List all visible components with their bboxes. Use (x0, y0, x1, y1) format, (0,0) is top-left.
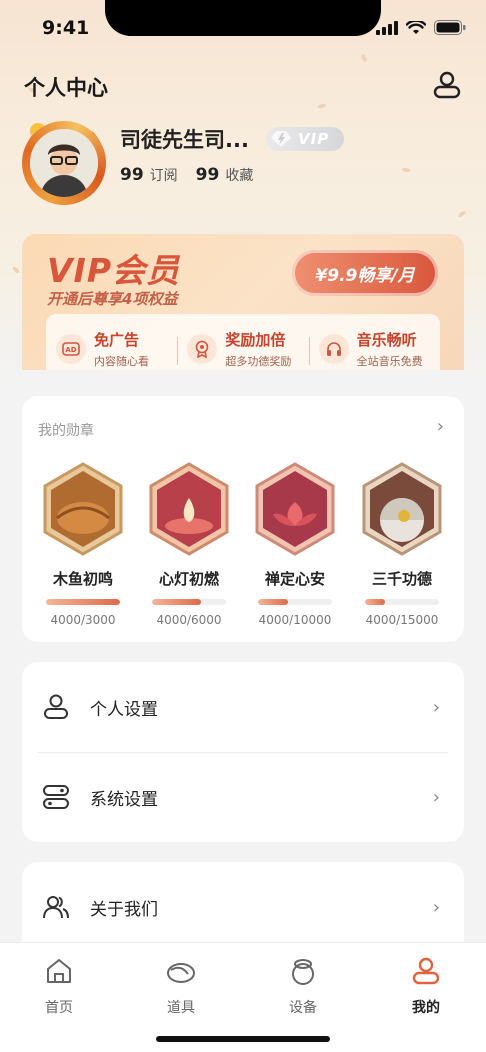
woodfish-icon (167, 963, 195, 983)
medal-progress-text: 4000/10000 (258, 613, 332, 627)
perk-desc: 超多功德奖励 (225, 355, 292, 368)
medals-card: 我的勋章 › 木鱼初鸣 4000/3000 心灯初燃 4000/6000 禅定心… (22, 396, 464, 642)
status-icons (376, 20, 466, 35)
medal-progress-fill (258, 599, 288, 605)
perk-title: 音乐畅听 (356, 331, 417, 349)
status-time: 9:41 (42, 17, 90, 39)
avatar[interactable] (18, 117, 110, 209)
perk-no-ads[interactable]: AD 免广告 内容随心看 (46, 329, 177, 369)
perk-music[interactable]: 音乐畅听 全站音乐免费 (308, 329, 440, 369)
vip-card[interactable]: VIP会员 开通后尊享4项权益 ¥9.9畅享/月 AD 免广告 内容随心看 奖励… (22, 234, 464, 384)
medal-name: 禅定心安 (264, 570, 325, 588)
account-switch-icon[interactable] (432, 70, 462, 100)
chevron-right-icon: › (432, 696, 440, 718)
medal-progress-text: 4000/15000 (365, 613, 439, 627)
woodfish-medal-icon (43, 462, 123, 556)
vip-badge[interactable]: VIP (266, 127, 344, 151)
vip-subtitle: 开通后尊享4项权益 (47, 290, 178, 308)
medal-progress-bar (46, 599, 120, 605)
medals-header: 我的勋章 (38, 423, 94, 439)
svg-text:AD: AD (65, 346, 76, 354)
settings-row-personal[interactable]: 个人设置 › (22, 662, 464, 752)
settings-row-label: 系统设置 (90, 789, 158, 810)
chevron-right-icon: › (432, 786, 440, 808)
person-icon (44, 694, 68, 719)
medal-item[interactable]: 木鱼初鸣 4000/3000 (30, 462, 136, 627)
medal-item[interactable]: 三千功德 4000/15000 (349, 462, 455, 627)
medal-name: 三千功德 (371, 570, 432, 588)
profile-icon (412, 957, 440, 985)
lotus-medal-icon (255, 462, 335, 556)
vip-title: VIP会员 (47, 251, 181, 290)
wifi-icon (406, 20, 426, 34)
medal-progress-text: 4000/6000 (156, 613, 222, 627)
user-name: 司徒先生司... (120, 128, 249, 152)
subscribe-label[interactable]: 订阅 (150, 165, 178, 185)
tab-label: 我的 (412, 1000, 440, 1016)
medal-progress-fill (46, 599, 120, 605)
status-bar: 9:41 (0, 0, 486, 56)
settings-row-system[interactable]: 系统设置 › (22, 752, 464, 842)
medal-progress-fill (152, 599, 202, 605)
tab-mine[interactable]: 我的 (381, 955, 471, 1017)
settings-card: 个人设置 › 系统设置 › (22, 662, 464, 842)
vip-price-button[interactable]: ¥9.9畅享/月 (292, 250, 438, 296)
coin-medal-icon (362, 462, 442, 556)
battery-icon (434, 20, 466, 35)
medal-item[interactable]: 心灯初燃 4000/6000 (136, 462, 242, 627)
page-title: 个人中心 (24, 76, 108, 100)
chevron-right-icon: › (432, 896, 440, 918)
profile-stats: 99 订阅 99 收藏 (120, 165, 265, 185)
vip-badge-label: VIP (298, 130, 330, 148)
lamp-medal-icon (149, 462, 229, 556)
tab-label: 首页 (45, 1000, 73, 1016)
perk-double-reward[interactable]: 奖励加倍 超多功德奖励 (177, 329, 308, 369)
perk-desc: 内容随心看 (94, 355, 149, 368)
medals-chevron-icon[interactable]: › (437, 416, 444, 437)
perk-desc: 全站音乐免费 (356, 355, 423, 368)
tab-home[interactable]: 首页 (14, 955, 104, 1017)
ad-icon: AD (56, 334, 86, 364)
medal-progress-fill (365, 599, 385, 605)
favorite-label[interactable]: 收藏 (225, 165, 253, 185)
medal-progress-bar (365, 599, 439, 605)
medal-name: 木鱼初鸣 (52, 570, 113, 588)
perk-title: 奖励加倍 (225, 331, 286, 349)
about-row[interactable]: 关于我们 › (22, 862, 464, 952)
subscribe-count: 99 (120, 165, 144, 185)
settings-row-label: 个人设置 (90, 699, 158, 720)
headphones-icon (318, 334, 349, 364)
home-indicator (156, 1036, 330, 1042)
medal-progress-bar (152, 599, 226, 605)
toggle-icon (43, 785, 69, 809)
tab-label: 道具 (167, 1000, 195, 1016)
ring-icon (292, 959, 314, 985)
avatar-image (30, 129, 98, 197)
perk-title: 免广告 (94, 331, 140, 349)
medal-progress-bar (258, 599, 332, 605)
medal-progress-text: 4000/3000 (50, 613, 116, 627)
medal-name: 心灯初燃 (158, 570, 219, 588)
tab-props[interactable]: 道具 (136, 955, 226, 1017)
award-icon (187, 334, 218, 364)
home-icon (47, 959, 71, 983)
tab-label: 设备 (289, 1000, 317, 1016)
signal-icon (376, 20, 398, 35)
notch (105, 0, 381, 36)
lightning-icon (271, 131, 291, 147)
group-icon (43, 896, 69, 919)
favorite-count: 99 (195, 165, 220, 185)
medal-item[interactable]: 禅定心安 4000/10000 (242, 462, 348, 627)
about-row-label: 关于我们 (90, 899, 158, 920)
tab-device[interactable]: 设备 (258, 955, 348, 1017)
